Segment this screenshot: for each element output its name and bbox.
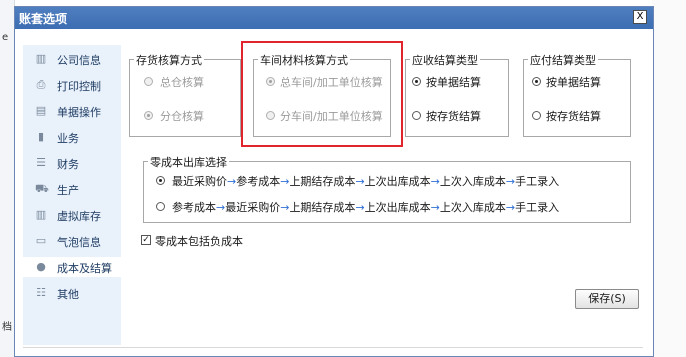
sidebar-item-print-control[interactable]: ⎙ 打印控制: [23, 75, 121, 95]
chain-step: 最近采购价: [225, 201, 281, 214]
sidebar-item-finance[interactable]: ☰ 财务: [23, 153, 121, 173]
sidebar-item-production[interactable]: ⛟ 生产: [23, 179, 121, 199]
radio-label: 按单据结算: [426, 76, 481, 89]
printer-icon: ⎙: [36, 78, 46, 91]
title-bar: 账套选项 X: [15, 7, 653, 29]
sidebar-item-label: 生产: [57, 184, 79, 197]
database-icon: ☰: [36, 156, 46, 169]
inventory-method-group: 存货核算方式 总仓核算 分仓核算: [129, 52, 241, 137]
radio-label: 按存货结算: [546, 110, 601, 123]
sidebar-item-bubble-info[interactable]: ▭ 气泡信息: [23, 231, 121, 251]
radio-total-warehouse[interactable]: [144, 77, 153, 86]
chain-step: 上次入库成本: [439, 201, 506, 214]
include-negative-label: 零成本包括负成本: [155, 235, 243, 248]
sidebar: ▥ 公司信息 ⎙ 打印控制 ▤ 单据操作 ▮ 业务 ☰ 财务 ⛟ 生产 ▥ 虚拟…: [21, 45, 123, 345]
radio-receivable-by-inventory[interactable]: [412, 111, 421, 120]
sidebar-item-label: 成本及结算: [57, 262, 112, 275]
chain-step: 上次出库成本: [364, 175, 431, 188]
payable-type-group: 应付结算类型 按单据结算 按存货结算: [523, 52, 631, 137]
sidebar-item-label: 公司信息: [57, 54, 101, 67]
sidebar-item-document-ops[interactable]: ▤ 单据操作: [23, 101, 121, 121]
group-title: 应付结算类型: [528, 52, 598, 68]
group-title: 应收结算类型: [410, 52, 480, 68]
zero-cost-chain-2: 参考成本→最近采购价→上期结存成本→上次出库成本→上次入库成本→手工录入: [172, 199, 559, 215]
arrow-icon: →: [505, 175, 516, 188]
radio-zero-cost-option-1[interactable]: [156, 176, 165, 185]
group-title: 零成本出库选择: [148, 154, 229, 170]
background-text: e: [2, 32, 9, 43]
sidebar-item-label: 虚拟库存: [57, 210, 101, 223]
arrow-icon: →: [355, 201, 365, 214]
background-window-right: [652, 0, 686, 357]
chain-step: 最近采购价: [172, 175, 227, 188]
background-window-left: e 档: [0, 0, 15, 357]
zero-cost-chain-1: 最近采购价→参考成本→上期结存成本→上次出库成本→上次入库成本→手工录入: [172, 173, 559, 189]
sidebar-item-other[interactable]: ☷ 其他: [23, 283, 121, 303]
radio-label: 分仓核算: [160, 110, 204, 123]
radio-per-warehouse[interactable]: [144, 111, 153, 120]
sidebar-item-label: 业务: [57, 132, 79, 145]
sidebar-item-label: 气泡信息: [57, 236, 101, 249]
radio-receivable-by-document[interactable]: [412, 77, 421, 86]
sidebar-item-virtual-stock[interactable]: ▥ 虚拟库存: [23, 205, 121, 225]
radio-payable-by-inventory[interactable]: [532, 111, 541, 120]
chain-step: 手工录入: [515, 201, 560, 214]
include-negative-checkbox[interactable]: ✓: [141, 235, 151, 245]
sidebar-item-cost-settlement[interactable]: ● 成本及结算: [21, 257, 123, 277]
sidebar-item-company-info[interactable]: ▥ 公司信息: [23, 49, 121, 69]
divider: [23, 347, 643, 348]
building-icon: ▥: [35, 208, 47, 221]
save-button[interactable]: 保存(S): [575, 289, 639, 309]
arrow-icon: →: [355, 175, 365, 188]
close-button[interactable]: X: [633, 10, 647, 24]
chain-step: 手工录入: [515, 175, 560, 188]
list-icon: ☷: [36, 286, 46, 299]
chain-step: 上次入库成本: [439, 175, 506, 188]
arrow-icon: →: [216, 201, 226, 214]
chart-icon: ▮: [37, 130, 45, 143]
cart-icon: ⛟: [35, 182, 49, 195]
radio-payable-by-document[interactable]: [532, 77, 541, 86]
chain-step: 参考成本: [172, 201, 216, 214]
highlight-box: [241, 41, 403, 147]
chain-step: 上期结存成本: [289, 175, 356, 188]
background-text: 档: [2, 322, 12, 333]
radio-label: 按单据结算: [546, 76, 601, 89]
sidebar-item-business[interactable]: ▮ 业务: [23, 127, 121, 147]
zero-cost-group: 零成本出库选择 最近采购价→参考成本→上期结存成本→上次出库成本→上次入库成本→…: [143, 154, 631, 223]
window-title: 账套选项: [19, 12, 68, 26]
document-icon: ▤: [35, 104, 47, 117]
sidebar-item-label: 其他: [57, 288, 79, 301]
building-icon: ▥: [35, 52, 47, 65]
sidebar-item-label: 财务: [57, 158, 79, 171]
settings-panel: 存货核算方式 总仓核算 分仓核算 车间材料核算方式 总车间/加工单位核算 分车间…: [123, 29, 653, 356]
arrow-icon: →: [430, 201, 440, 214]
chain-step: 上期结存成本: [289, 201, 356, 214]
sidebar-item-label: 单据操作: [57, 106, 101, 119]
radio-label: 总仓核算: [160, 76, 204, 89]
arrow-icon: →: [430, 175, 440, 188]
account-options-dialog: 账套选项 X ▥ 公司信息 ⎙ 打印控制 ▤ 单据操作 ▮ 业务 ☰ 财务 ⛟ …: [14, 6, 654, 357]
radio-label: 按存货结算: [426, 110, 481, 123]
arrow-icon: →: [227, 175, 237, 188]
radio-zero-cost-option-2[interactable]: [156, 202, 165, 211]
receivable-type-group: 应收结算类型 按单据结算 按存货结算: [405, 52, 509, 137]
arrow-icon: →: [505, 201, 516, 214]
chain-step: 上次出库成本: [364, 201, 431, 214]
chain-step: 参考成本: [236, 175, 281, 188]
sidebar-item-label: 打印控制: [57, 80, 101, 93]
monitor-icon: ▭: [35, 234, 47, 247]
group-title: 存货核算方式: [134, 52, 204, 68]
droplet-icon: ●: [36, 260, 46, 273]
